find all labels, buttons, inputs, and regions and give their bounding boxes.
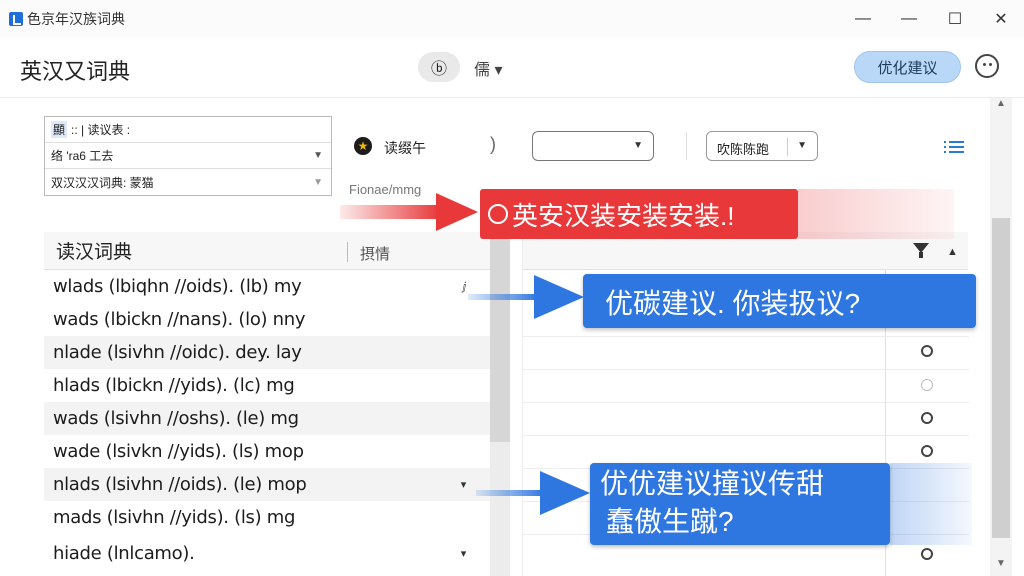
filter-row-3[interactable]: 双汉汉汉词典: 蒙猫 ▼ xyxy=(45,169,331,195)
blue-arrow xyxy=(476,490,544,496)
dropdown-separator xyxy=(787,138,788,156)
blue-callout-2-fade xyxy=(890,463,972,545)
column-separator xyxy=(347,242,348,262)
list-item[interactable]: hiade (lnlcamo). ▾ xyxy=(44,537,490,570)
language-menu[interactable]: 儒 ▾ xyxy=(474,56,502,80)
app-header: 英汉又词典 ⓑ 儒 ▾ 优化建议 xyxy=(0,38,1024,98)
list-item-text: nlade (lsivhn //oidc). dey. lay xyxy=(53,342,302,363)
blue-callout-2-line-2: 蠢傲生蹴? xyxy=(606,506,734,537)
row-marker-icon: ▾ xyxy=(460,547,467,560)
row-divider xyxy=(523,336,969,337)
red-banner-fade xyxy=(798,189,954,239)
blue-callout-2-line-1: 优优建议撞议传甜 xyxy=(600,468,825,499)
list-item-text: mads (lsivhn //yids). (ls) mg xyxy=(53,507,296,528)
bookmark-icon[interactable] xyxy=(921,412,933,424)
word-list-scrollbar-thumb[interactable] xyxy=(490,232,510,442)
filter-row-3-text: 双汉汉汉词典: 蒙猫 xyxy=(51,175,154,190)
blue-callout-1: 优碳建议. 你装扱议? xyxy=(583,274,976,328)
chevron-down-icon: ▼ xyxy=(633,140,643,151)
filter-row-2[interactable]: 络 'ra6 工去 ▼ xyxy=(45,143,331,169)
list-item[interactable]: nlade (lsivhn //oidc). dey. lay xyxy=(44,336,490,369)
bookmark-icon[interactable] xyxy=(921,445,933,457)
red-callout-banner: 英安汉装安装安装.! xyxy=(480,189,798,239)
list-item-text: hlads (lbickn //yids). (lc) mg xyxy=(53,375,295,396)
maximize-button[interactable]: ☐ xyxy=(932,0,978,38)
mode-toggle-button[interactable]: ⓑ xyxy=(418,52,460,82)
red-arrow xyxy=(340,205,440,219)
scroll-down-icon[interactable]: ▼ xyxy=(996,558,1006,569)
minimize-button[interactable]: — xyxy=(840,0,886,38)
row-marker-icon: ▾ xyxy=(460,478,467,491)
red-arrow-head xyxy=(436,193,478,231)
scroll-up-icon[interactable]: ▲ xyxy=(996,98,1006,109)
chevron-down-icon: ▼ xyxy=(797,140,807,151)
filter-dropdown-label: 吹陈陈跑 xyxy=(717,142,770,157)
blue-arrow-head xyxy=(540,471,590,515)
row-divider xyxy=(523,369,969,370)
list-item-text: nlads (lsivhn //oids). (le) mop xyxy=(53,474,307,495)
app-icon xyxy=(9,12,23,26)
list-item-text: wade (lsivkn //yids). (ls) mop xyxy=(53,441,304,462)
window-controls: — — ☐ ✕ xyxy=(840,0,1024,38)
speaker-icon[interactable]: ★ xyxy=(354,137,372,155)
chevron-down-icon: ▼ xyxy=(313,176,323,188)
restore-button[interactable]: — xyxy=(886,0,932,38)
filter-row-2-text: 络 'ra6 工去 xyxy=(51,149,114,163)
list-item-text: hiade (lnlcamo). xyxy=(53,543,195,564)
speaker-label: 读缀午 xyxy=(384,140,426,156)
word-list-column-header[interactable]: 摂情 xyxy=(360,243,390,264)
title-bar: 色京年汉族词典 — — ☐ ✕ xyxy=(0,0,1024,38)
blue-callout-2: 优优建议撞议传甜 蠢傲生蹴? xyxy=(590,463,890,545)
word-list-panel: 读汉词典 摂情 wlads (lbiqhn //oids). (lb) my ⅉ … xyxy=(44,232,510,576)
list-item-text: wlads (lbiqhn //oids). (lb) my xyxy=(53,276,302,297)
window-title: 色京年汉族词典 xyxy=(27,11,125,27)
filter-panel: 顯 :: | 读议表 : 络 'ra6 工去 ▼ 双汉汉汉词典: 蒙猫 ▼ xyxy=(44,116,332,196)
list-item-text: wads (lsivhn //oshs). (le) mg xyxy=(53,408,299,429)
toolbar-divider xyxy=(686,132,687,160)
user-icon[interactable] xyxy=(975,54,999,78)
paren-glyph: ) xyxy=(490,134,496,154)
list-item[interactable]: wlads (lbiqhn //oids). (lb) my ⅉ xyxy=(44,270,490,303)
bookmark-icon[interactable] xyxy=(921,548,933,560)
sort-icon[interactable]: ▲ xyxy=(947,246,958,258)
filter-row-1-prefix: 顯 xyxy=(51,121,68,138)
close-button[interactable]: ✕ xyxy=(978,0,1024,38)
source-dropdown[interactable]: ▼ xyxy=(532,131,654,161)
row-marker-icon: ⅉ xyxy=(462,280,466,293)
blue-callout-1-text: 优碳建议. 你装扱议? xyxy=(605,288,861,319)
bookmark-icon[interactable] xyxy=(921,379,933,391)
word-list-title: 读汉词典 xyxy=(56,242,133,263)
circle-icon xyxy=(488,204,508,224)
faded-entry-text: Fionae/mmg xyxy=(349,182,422,197)
list-item[interactable]: mads (lsivhn //yids). (ls) mg xyxy=(44,501,490,534)
list-item[interactable]: wads (lbickn //nans). (lo) nny xyxy=(44,303,490,336)
list-item[interactable]: nlads (lsivhn //oids). (le) mop ▾ xyxy=(44,468,490,501)
main-scrollbar-thumb[interactable] xyxy=(992,218,1010,538)
list-item[interactable]: hlads (lbickn //yids). (lc) mg xyxy=(44,369,490,402)
red-callout-text: 英安汉装安装安装.! xyxy=(512,200,735,231)
suggest-button[interactable]: 优化建议 xyxy=(854,51,961,83)
app-name: 英汉又词典 xyxy=(20,59,131,84)
list-item[interactable]: wade (lsivkn //yids). (ls) mop xyxy=(44,435,490,468)
row-divider xyxy=(523,402,969,403)
bookmark-icon[interactable] xyxy=(921,345,933,357)
filter-row-1-text: :: | 读议表 : xyxy=(71,123,131,137)
blue-arrow-head xyxy=(534,275,584,319)
list-item-text: wads (lbickn //nans). (lo) nny xyxy=(53,309,306,330)
list-item[interactable]: wads (lsivhn //oshs). (le) mg xyxy=(44,402,490,435)
chevron-down-icon: ▼ xyxy=(313,150,323,161)
filter-dropdown[interactable]: 吹陈陈跑 ▼ xyxy=(706,131,818,161)
word-list-scrollbar[interactable] xyxy=(490,232,510,576)
row-divider xyxy=(523,435,969,436)
main-scrollbar[interactable]: ▲ ▼ xyxy=(990,98,1012,576)
word-list-header: 读汉词典 摂情 xyxy=(44,232,510,270)
filter-row-1[interactable]: 顯 :: | 读议表 : xyxy=(45,117,331,143)
blue-arrow xyxy=(468,294,538,300)
filter-icon[interactable] xyxy=(913,243,929,259)
list-view-icon[interactable] xyxy=(944,138,964,156)
